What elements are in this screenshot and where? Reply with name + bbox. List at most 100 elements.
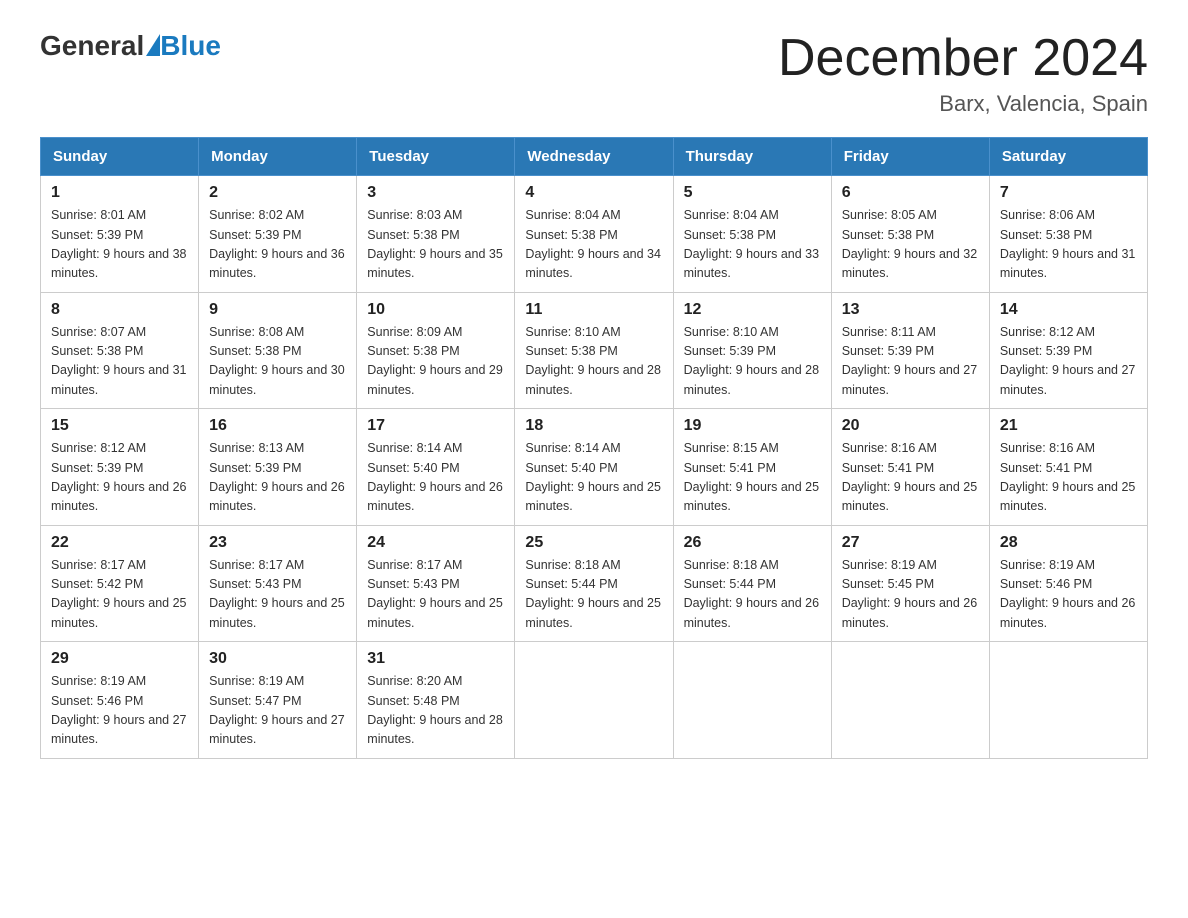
table-row: 4 Sunrise: 8:04 AMSunset: 5:38 PMDayligh… [515, 176, 673, 293]
calendar-week-row: 29 Sunrise: 8:19 AMSunset: 5:46 PMDaylig… [41, 642, 1148, 759]
table-row [515, 642, 673, 759]
day-number: 23 [209, 534, 346, 552]
day-info: Sunrise: 8:19 AMSunset: 5:46 PMDaylight:… [51, 674, 187, 746]
day-info: Sunrise: 8:16 AMSunset: 5:41 PMDaylight:… [1000, 441, 1136, 513]
table-row [673, 642, 831, 759]
day-info: Sunrise: 8:07 AMSunset: 5:38 PMDaylight:… [51, 325, 187, 397]
table-row: 29 Sunrise: 8:19 AMSunset: 5:46 PMDaylig… [41, 642, 199, 759]
table-row: 3 Sunrise: 8:03 AMSunset: 5:38 PMDayligh… [357, 176, 515, 293]
day-number: 14 [1000, 301, 1137, 319]
day-info: Sunrise: 8:17 AMSunset: 5:43 PMDaylight:… [367, 558, 503, 630]
day-number: 30 [209, 650, 346, 668]
table-row: 5 Sunrise: 8:04 AMSunset: 5:38 PMDayligh… [673, 176, 831, 293]
day-number: 12 [684, 301, 821, 319]
day-info: Sunrise: 8:06 AMSunset: 5:38 PMDaylight:… [1000, 208, 1136, 280]
calendar-week-row: 1 Sunrise: 8:01 AMSunset: 5:39 PMDayligh… [41, 176, 1148, 293]
day-number: 8 [51, 301, 188, 319]
day-number: 26 [684, 534, 821, 552]
table-row [831, 642, 989, 759]
day-number: 21 [1000, 417, 1137, 435]
table-row: 17 Sunrise: 8:14 AMSunset: 5:40 PMDaylig… [357, 409, 515, 526]
day-info: Sunrise: 8:19 AMSunset: 5:45 PMDaylight:… [842, 558, 978, 630]
day-number: 17 [367, 417, 504, 435]
table-row: 22 Sunrise: 8:17 AMSunset: 5:42 PMDaylig… [41, 525, 199, 642]
table-row: 19 Sunrise: 8:15 AMSunset: 5:41 PMDaylig… [673, 409, 831, 526]
table-row: 28 Sunrise: 8:19 AMSunset: 5:46 PMDaylig… [989, 525, 1147, 642]
table-row: 1 Sunrise: 8:01 AMSunset: 5:39 PMDayligh… [41, 176, 199, 293]
logo: General Blue [40, 30, 221, 62]
table-row: 2 Sunrise: 8:02 AMSunset: 5:39 PMDayligh… [199, 176, 357, 293]
day-number: 3 [367, 184, 504, 202]
day-info: Sunrise: 8:17 AMSunset: 5:42 PMDaylight:… [51, 558, 187, 630]
calendar-header-row: Sunday Monday Tuesday Wednesday Thursday… [41, 138, 1148, 176]
day-number: 20 [842, 417, 979, 435]
calendar-week-row: 8 Sunrise: 8:07 AMSunset: 5:38 PMDayligh… [41, 292, 1148, 409]
day-info: Sunrise: 8:09 AMSunset: 5:38 PMDaylight:… [367, 325, 503, 397]
day-info: Sunrise: 8:12 AMSunset: 5:39 PMDaylight:… [51, 441, 187, 513]
table-row [989, 642, 1147, 759]
col-tuesday: Tuesday [357, 138, 515, 176]
day-number: 11 [525, 301, 662, 319]
day-info: Sunrise: 8:14 AMSunset: 5:40 PMDaylight:… [367, 441, 503, 513]
table-row: 9 Sunrise: 8:08 AMSunset: 5:38 PMDayligh… [199, 292, 357, 409]
day-number: 9 [209, 301, 346, 319]
col-monday: Monday [199, 138, 357, 176]
calendar-table: Sunday Monday Tuesday Wednesday Thursday… [40, 137, 1148, 759]
day-number: 2 [209, 184, 346, 202]
table-row: 16 Sunrise: 8:13 AMSunset: 5:39 PMDaylig… [199, 409, 357, 526]
table-row: 24 Sunrise: 8:17 AMSunset: 5:43 PMDaylig… [357, 525, 515, 642]
table-row: 8 Sunrise: 8:07 AMSunset: 5:38 PMDayligh… [41, 292, 199, 409]
table-row: 27 Sunrise: 8:19 AMSunset: 5:45 PMDaylig… [831, 525, 989, 642]
day-info: Sunrise: 8:13 AMSunset: 5:39 PMDaylight:… [209, 441, 345, 513]
day-info: Sunrise: 8:12 AMSunset: 5:39 PMDaylight:… [1000, 325, 1136, 397]
col-saturday: Saturday [989, 138, 1147, 176]
day-number: 22 [51, 534, 188, 552]
table-row: 20 Sunrise: 8:16 AMSunset: 5:41 PMDaylig… [831, 409, 989, 526]
logo-triangle-icon [146, 34, 160, 56]
day-number: 10 [367, 301, 504, 319]
day-info: Sunrise: 8:19 AMSunset: 5:46 PMDaylight:… [1000, 558, 1136, 630]
day-number: 28 [1000, 534, 1137, 552]
table-row: 13 Sunrise: 8:11 AMSunset: 5:39 PMDaylig… [831, 292, 989, 409]
day-number: 16 [209, 417, 346, 435]
day-number: 13 [842, 301, 979, 319]
day-info: Sunrise: 8:10 AMSunset: 5:38 PMDaylight:… [525, 325, 661, 397]
table-row: 23 Sunrise: 8:17 AMSunset: 5:43 PMDaylig… [199, 525, 357, 642]
day-number: 7 [1000, 184, 1137, 202]
day-info: Sunrise: 8:08 AMSunset: 5:38 PMDaylight:… [209, 325, 345, 397]
location-subtitle: Barx, Valencia, Spain [778, 91, 1148, 117]
day-info: Sunrise: 8:20 AMSunset: 5:48 PMDaylight:… [367, 674, 503, 746]
day-number: 31 [367, 650, 504, 668]
title-block: December 2024 Barx, Valencia, Spain [778, 30, 1148, 117]
day-info: Sunrise: 8:17 AMSunset: 5:43 PMDaylight:… [209, 558, 345, 630]
table-row: 10 Sunrise: 8:09 AMSunset: 5:38 PMDaylig… [357, 292, 515, 409]
col-wednesday: Wednesday [515, 138, 673, 176]
table-row: 11 Sunrise: 8:10 AMSunset: 5:38 PMDaylig… [515, 292, 673, 409]
day-number: 4 [525, 184, 662, 202]
day-number: 1 [51, 184, 188, 202]
day-info: Sunrise: 8:16 AMSunset: 5:41 PMDaylight:… [842, 441, 978, 513]
day-number: 6 [842, 184, 979, 202]
col-sunday: Sunday [41, 138, 199, 176]
day-info: Sunrise: 8:11 AMSunset: 5:39 PMDaylight:… [842, 325, 978, 397]
table-row: 18 Sunrise: 8:14 AMSunset: 5:40 PMDaylig… [515, 409, 673, 526]
col-thursday: Thursday [673, 138, 831, 176]
table-row: 12 Sunrise: 8:10 AMSunset: 5:39 PMDaylig… [673, 292, 831, 409]
logo-blue: Blue [160, 30, 221, 62]
main-title: December 2024 [778, 30, 1148, 87]
table-row: 26 Sunrise: 8:18 AMSunset: 5:44 PMDaylig… [673, 525, 831, 642]
day-number: 18 [525, 417, 662, 435]
day-number: 25 [525, 534, 662, 552]
table-row: 15 Sunrise: 8:12 AMSunset: 5:39 PMDaylig… [41, 409, 199, 526]
day-info: Sunrise: 8:15 AMSunset: 5:41 PMDaylight:… [684, 441, 820, 513]
day-info: Sunrise: 8:04 AMSunset: 5:38 PMDaylight:… [684, 208, 820, 280]
logo-general: General [40, 30, 144, 62]
page-header: General Blue December 2024 Barx, Valenci… [40, 30, 1148, 117]
table-row: 14 Sunrise: 8:12 AMSunset: 5:39 PMDaylig… [989, 292, 1147, 409]
col-friday: Friday [831, 138, 989, 176]
day-info: Sunrise: 8:02 AMSunset: 5:39 PMDaylight:… [209, 208, 345, 280]
day-number: 15 [51, 417, 188, 435]
logo-text: General Blue [40, 30, 221, 62]
day-number: 29 [51, 650, 188, 668]
day-info: Sunrise: 8:14 AMSunset: 5:40 PMDaylight:… [525, 441, 661, 513]
